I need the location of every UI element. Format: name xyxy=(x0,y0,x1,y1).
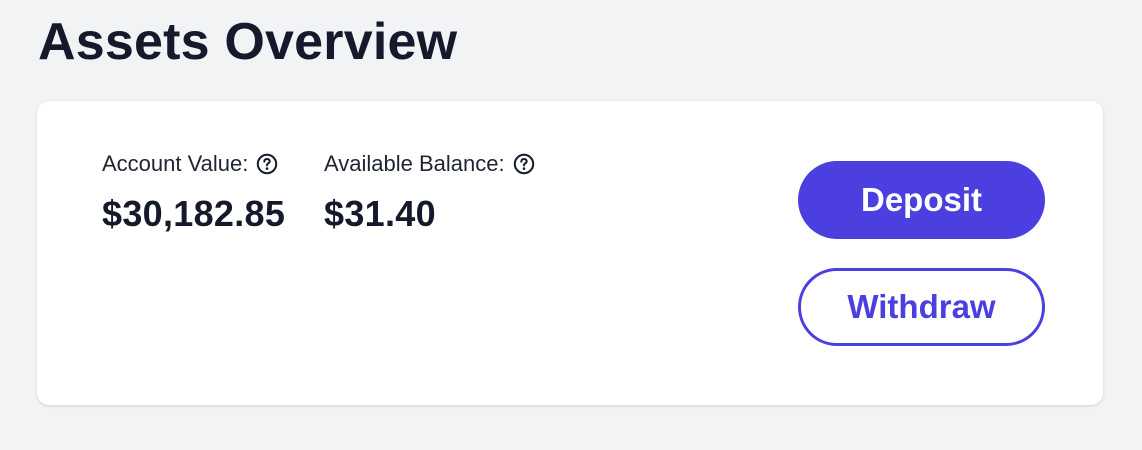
available-balance-metric: Available Balance: $31.40 xyxy=(324,149,535,235)
assets-overview-card: Account Value: $30,182.85 Available Bala… xyxy=(37,101,1103,405)
available-balance-label: Available Balance: xyxy=(324,151,505,176)
available-balance-label-row: Available Balance: xyxy=(324,149,535,179)
withdraw-button[interactable]: Withdraw xyxy=(798,268,1045,346)
account-value-metric: Account Value: $30,182.85 xyxy=(102,149,285,235)
available-balance-amount: $31.40 xyxy=(324,193,436,234)
account-value-label: Account Value: xyxy=(102,151,249,176)
deposit-button[interactable]: Deposit xyxy=(798,161,1045,239)
account-value-label-row: Account Value: xyxy=(102,149,285,179)
page-title: Assets Overview xyxy=(38,13,458,71)
question-circle-icon[interactable] xyxy=(513,153,535,175)
question-circle-icon[interactable] xyxy=(256,153,278,175)
account-value-amount: $30,182.85 xyxy=(102,193,286,234)
